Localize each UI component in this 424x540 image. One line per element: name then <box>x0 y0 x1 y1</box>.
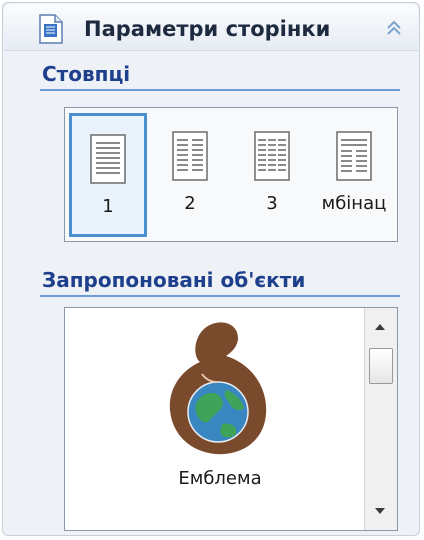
three-columns-page-icon <box>254 131 290 181</box>
columns-gallery: 1 2 3 мбінац <box>64 107 398 242</box>
combined-columns-page-icon <box>336 131 372 181</box>
column-option-label: 1 <box>102 196 114 217</box>
column-option-combined[interactable]: мбінац <box>315 113 393 237</box>
column-option-2[interactable]: 2 <box>151 113 229 237</box>
scroll-up-arrow-icon[interactable] <box>373 320 387 334</box>
section-divider <box>40 295 400 297</box>
section-title-columns: Стовпці <box>42 62 131 86</box>
emblem-label: Емблема <box>178 468 262 489</box>
section-title-suggested-objects: Запропоновані об'єкти <box>42 268 306 292</box>
column-option-label: 2 <box>184 193 196 214</box>
column-option-3[interactable]: 3 <box>233 113 311 237</box>
column-option-label: мбінац <box>321 193 387 214</box>
panel-header: Параметри сторінки <box>4 4 418 51</box>
double-chevron-up-icon[interactable] <box>384 18 404 38</box>
two-columns-page-icon <box>172 131 208 181</box>
scrollbar-thumb[interactable] <box>369 348 393 384</box>
one-column-page-icon <box>90 134 126 184</box>
panel-title: Параметри сторінки <box>84 17 331 41</box>
document-icon <box>39 14 63 44</box>
section-divider <box>40 89 400 91</box>
column-option-1[interactable]: 1 <box>69 113 147 237</box>
scroll-down-arrow-icon[interactable] <box>373 504 387 518</box>
vertical-scrollbar[interactable] <box>364 308 397 530</box>
column-option-label: 3 <box>266 193 278 214</box>
emblem-globe-icon[interactable] <box>160 316 280 461</box>
suggested-objects-gallery: Емблема <box>64 307 398 531</box>
